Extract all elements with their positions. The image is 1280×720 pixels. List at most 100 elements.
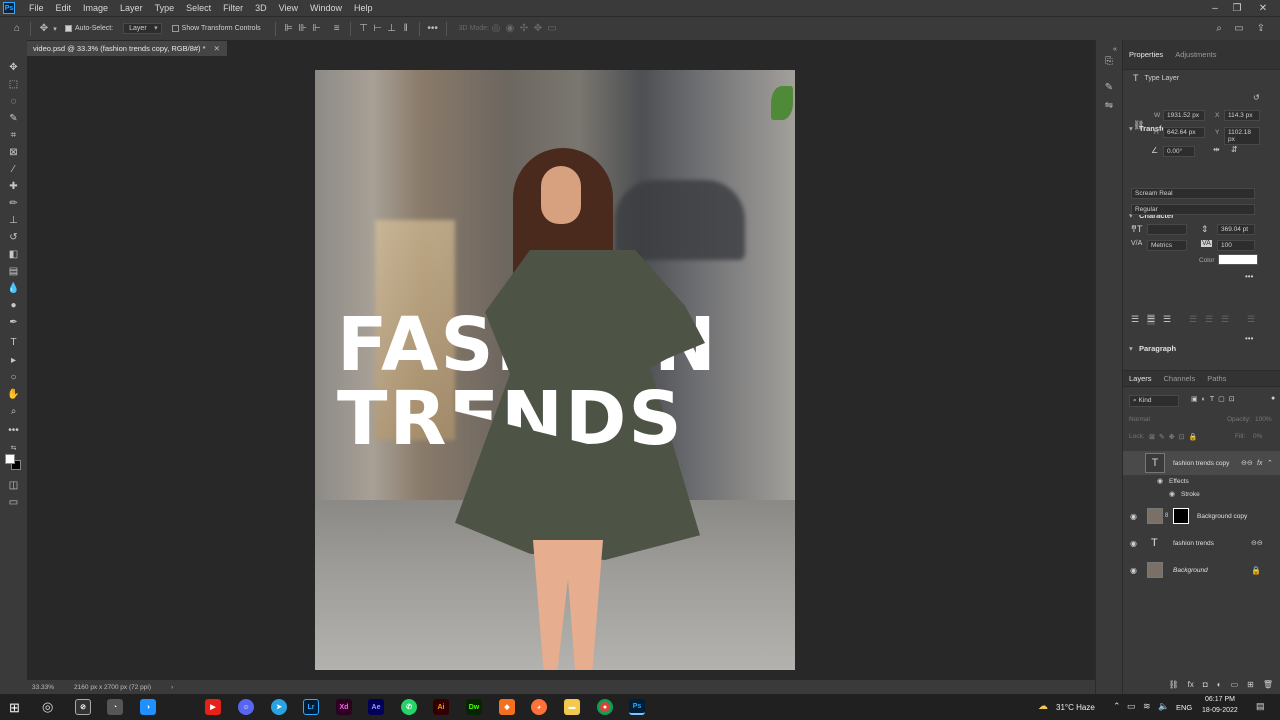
add-mask-icon[interactable]: ◘ xyxy=(1203,680,1208,689)
firefox-icon[interactable]: ◕ xyxy=(531,699,547,715)
tab-adjustments[interactable]: Adjustments xyxy=(1169,50,1222,59)
chrome-icon[interactable]: ● xyxy=(597,699,613,715)
gradient-tool-icon[interactable]: ▤ xyxy=(6,264,21,279)
link-icon[interactable]: ⊖⊖ xyxy=(1241,459,1253,467)
marquee-tool-icon[interactable]: ⬚ xyxy=(6,77,21,92)
wifi-icon[interactable]: ≋ xyxy=(1143,701,1151,712)
chain-icon[interactable]: 8 xyxy=(1165,513,1168,519)
collapse-icon[interactable]: « xyxy=(1110,42,1120,56)
zoom-tool-icon[interactable]: ⌕ xyxy=(6,404,21,419)
healing-tool-icon[interactable]: ✚ xyxy=(6,179,21,194)
shape-tool-icon[interactable]: ○ xyxy=(6,370,21,385)
quick-mask-icon[interactable]: ◫ xyxy=(6,478,21,493)
task-view-icon[interactable]: ◎ xyxy=(42,699,53,715)
more-options-icon[interactable]: ••• xyxy=(426,22,440,36)
minimize-icon[interactable]: – xyxy=(1204,0,1226,16)
lock-icons[interactable]: ⊠✎✥⊡🔒 xyxy=(1149,433,1201,441)
close-tab-icon[interactable]: ✕ xyxy=(214,44,220,53)
menu-select[interactable]: Select xyxy=(180,3,217,13)
menu-filter[interactable]: Filter xyxy=(217,3,249,13)
home-icon[interactable]: ⌂ xyxy=(10,22,24,36)
pen-tool-icon[interactable]: ✒ xyxy=(6,315,21,330)
effects-row[interactable]: ◉ Effects xyxy=(1123,475,1280,487)
type-tool-icon[interactable]: T xyxy=(6,335,21,350)
layer-row-fashion-trends-copy[interactable]: T fashion trends copy ⊖⊖ fx ⌃ xyxy=(1123,451,1280,475)
fx-icon[interactable]: fx xyxy=(1188,680,1194,689)
font-family-dropdown[interactable]: Scream Real xyxy=(1131,188,1255,199)
align-top-icon[interactable]: ⊤ xyxy=(357,22,371,36)
weather-text[interactable]: 31°C Haze xyxy=(1056,703,1095,712)
width-field[interactable]: 1931.52 px xyxy=(1163,110,1205,121)
layer-name[interactable]: Background xyxy=(1173,567,1208,574)
leading-field[interactable]: 369.04 pt xyxy=(1217,224,1255,235)
distribute-icon[interactable]: ≡ xyxy=(330,22,344,36)
whatsapp-icon[interactable]: ✆ xyxy=(401,699,417,715)
xd-icon[interactable]: Xd xyxy=(336,699,352,715)
font-style-dropdown[interactable]: Regular xyxy=(1131,204,1255,215)
workspace-icon[interactable]: ▭ xyxy=(1232,22,1246,36)
layer-name[interactable]: fashion trends copy xyxy=(1173,460,1229,467)
flip-vertical-icon[interactable]: ⇵ xyxy=(1231,145,1238,154)
brush-tool-icon[interactable]: ✏ xyxy=(6,196,21,211)
tray-chevron-icon[interactable]: ⌃ xyxy=(1113,701,1121,712)
eye-icon[interactable]: ◉ xyxy=(1130,539,1140,548)
eye-icon[interactable]: ◉ xyxy=(1130,512,1140,521)
link-icon[interactable]: ⛓ xyxy=(1133,120,1144,131)
height-field[interactable]: 642.64 px xyxy=(1163,127,1205,138)
align-right-text-icon[interactable]: ☰ xyxy=(1163,314,1171,325)
new-group-icon[interactable]: ▭ xyxy=(1231,680,1239,689)
foreground-color-swatch[interactable] xyxy=(5,454,15,464)
more-options-icon[interactable]: ••• xyxy=(1245,272,1253,281)
move-tool-icon[interactable]: ✥ xyxy=(37,22,51,36)
auto-select-dropdown[interactable]: Layer xyxy=(123,23,162,34)
mask-thumb[interactable] xyxy=(1173,508,1189,524)
chevron-down-icon[interactable]: ▾ xyxy=(51,22,59,36)
steam-icon[interactable]: ◔ xyxy=(107,699,123,715)
adjustment-layer-icon[interactable]: ◐ xyxy=(1217,680,1222,689)
filter-icons[interactable]: ▣◐T▢⊡ xyxy=(1191,395,1239,403)
lightroom-icon[interactable]: Lr xyxy=(303,699,319,715)
auto-select-checkbox[interactable]: Auto-Select: xyxy=(65,25,113,32)
fx-icon[interactable]: fx xyxy=(1257,460,1262,467)
blender-icon[interactable]: ◆ xyxy=(499,699,515,715)
tab-paths[interactable]: Paths xyxy=(1201,374,1232,383)
edge-icon[interactable]: ◑ xyxy=(140,699,156,715)
checkbox-icon[interactable] xyxy=(65,25,72,32)
menu-file[interactable]: File xyxy=(23,3,50,13)
adjust-panel-icon[interactable]: ⇋ xyxy=(1102,98,1116,112)
menu-type[interactable]: Type xyxy=(149,3,181,13)
font-size-field[interactable] xyxy=(1147,224,1187,235)
filter-toggle-icon[interactable]: ● xyxy=(1271,395,1275,402)
kerning-dropdown[interactable]: Metrics xyxy=(1147,240,1187,251)
crop-tool-icon[interactable]: ⌗ xyxy=(6,128,21,143)
clock-date[interactable]: 18-09-2022 xyxy=(1202,707,1238,714)
document-tab[interactable]: video.psd @ 33.3% (fashion trends copy, … xyxy=(27,41,227,56)
flip-horizontal-icon[interactable]: ⇹ xyxy=(1213,145,1220,154)
align-right-icon[interactable]: ⊩ xyxy=(310,22,324,36)
layer-filter-dropdown[interactable]: ⌕ Kind xyxy=(1129,395,1179,407)
layer-name[interactable]: fashion trends xyxy=(1173,540,1214,547)
reset-icon[interactable]: ↺ xyxy=(1253,93,1260,102)
discord-icon[interactable]: ☺ xyxy=(238,699,254,715)
justify-last-right-icon[interactable]: ☰ xyxy=(1221,314,1229,325)
layer-row-background-copy[interactable]: ◉ 8 Background copy xyxy=(1123,504,1280,528)
clone-stamp-tool-icon[interactable]: ⊥ xyxy=(6,213,21,228)
dodge-tool-icon[interactable]: ● xyxy=(6,298,21,313)
menu-window[interactable]: Window xyxy=(304,3,348,13)
search-icon[interactable]: ⌕ xyxy=(1212,22,1226,36)
photoshop-icon[interactable]: Ps xyxy=(629,699,645,715)
link-icon[interactable]: ⊖⊖ xyxy=(1251,539,1263,547)
path-select-tool-icon[interactable]: ▸ xyxy=(6,353,21,368)
language-indicator[interactable]: ENG xyxy=(1176,703,1192,712)
paragraph-section-title[interactable]: Paragraph xyxy=(1123,344,1280,353)
tab-layers[interactable]: Layers xyxy=(1123,374,1158,383)
menu-help[interactable]: Help xyxy=(348,3,379,13)
align-left-icon[interactable]: ⊫ xyxy=(282,22,296,36)
notifications-icon[interactable]: ▤ xyxy=(1256,701,1265,712)
menu-edit[interactable]: Edit xyxy=(50,3,78,13)
document-canvas[interactable]: FASHION TRENDS xyxy=(315,70,795,670)
menu-image[interactable]: Image xyxy=(77,3,114,13)
eyedropper-tool-icon[interactable]: ⁄ xyxy=(6,162,21,177)
weather-icon[interactable]: ☁ xyxy=(1038,701,1048,712)
layer-row-background[interactable]: ◉ Background 🔒 xyxy=(1123,558,1280,582)
